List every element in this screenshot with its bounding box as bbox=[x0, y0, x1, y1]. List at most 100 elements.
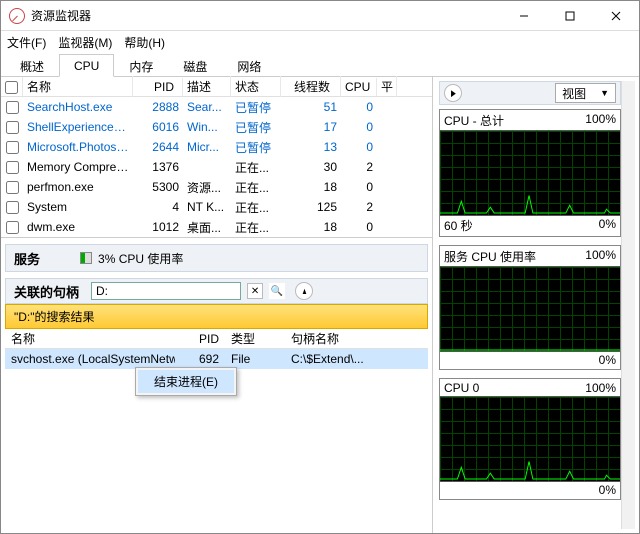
table-row[interactable]: ShellExperienceHo...6016Win...已暂停170 bbox=[1, 117, 432, 137]
process-cpu: 0 bbox=[341, 98, 377, 116]
row-checkbox[interactable] bbox=[1, 218, 23, 236]
process-pid: 6016 bbox=[133, 118, 183, 136]
chart-footer-right: 0% bbox=[599, 483, 616, 497]
handles-search-input[interactable] bbox=[91, 282, 241, 300]
process-pid: 1012 bbox=[133, 218, 183, 236]
chart-max: 100% bbox=[585, 381, 616, 395]
clear-search-button[interactable]: ✕ bbox=[247, 283, 263, 299]
handle-header-pid[interactable]: PID bbox=[175, 330, 225, 348]
right-pane: ▶ 视图 ▼ CPU - 总计100%60 秒0%服务 CPU 使用率100%0… bbox=[433, 77, 639, 533]
menu-help[interactable]: 帮助(H) bbox=[124, 34, 165, 51]
header-avg[interactable]: 平 bbox=[377, 76, 397, 97]
process-avg bbox=[377, 185, 397, 189]
header-cpu[interactable]: CPU bbox=[341, 78, 377, 96]
chart-max: 100% bbox=[585, 248, 616, 265]
table-row[interactable]: dwm.exe1012桌面...正在...180 bbox=[1, 217, 432, 237]
handle-header: 名称 PID 类型 句柄名称 bbox=[5, 329, 428, 349]
close-button[interactable] bbox=[593, 1, 639, 31]
process-header: 名称 PID 描述 状态 线程数 CPU 平 bbox=[1, 77, 432, 97]
header-threads[interactable]: 线程数 bbox=[281, 76, 341, 97]
menu-file[interactable]: 文件(F) bbox=[7, 34, 46, 51]
process-threads: 51 bbox=[281, 98, 341, 116]
right-scrollbar[interactable] bbox=[621, 81, 635, 529]
row-checkbox[interactable] bbox=[1, 98, 23, 116]
services-meter-icon bbox=[80, 252, 92, 264]
tabs: 概述 CPU 内存 磁盘 网络 bbox=[1, 53, 639, 77]
tab-cpu[interactable]: CPU bbox=[59, 54, 114, 77]
header-checkbox[interactable] bbox=[1, 77, 23, 95]
tab-memory[interactable]: 内存 bbox=[114, 53, 168, 76]
chart-canvas bbox=[440, 266, 620, 352]
process-desc bbox=[183, 165, 231, 169]
table-row[interactable]: perfmon.exe5300资源...正在...180 bbox=[1, 177, 432, 197]
handle-header-type[interactable]: 类型 bbox=[225, 328, 285, 349]
chart-box: CPU - 总计100%60 秒0% bbox=[439, 109, 621, 237]
process-desc: 资源... bbox=[183, 177, 231, 198]
header-name[interactable]: 名称 bbox=[23, 76, 133, 97]
handle-header-handle[interactable]: 句柄名称 bbox=[285, 328, 428, 349]
process-avg bbox=[377, 145, 397, 149]
table-row[interactable]: Microsoft.Photos.e...2644Micr...已暂停130 bbox=[1, 137, 432, 157]
view-dropdown[interactable]: 视图 ▼ bbox=[555, 83, 616, 103]
table-row[interactable]: System4NT K...正在...1252 bbox=[1, 197, 432, 217]
handle-header-name[interactable]: 名称 bbox=[5, 328, 175, 349]
services-title: 服务 bbox=[14, 249, 40, 268]
menu-monitor[interactable]: 监视器(M) bbox=[58, 34, 112, 51]
process-desc: Sear... bbox=[183, 98, 231, 116]
process-threads: 125 bbox=[281, 198, 341, 216]
tab-network[interactable]: 网络 bbox=[222, 53, 276, 76]
handles-title: 关联的句柄 bbox=[14, 282, 79, 301]
row-checkbox[interactable] bbox=[1, 158, 23, 176]
row-checkbox[interactable] bbox=[1, 178, 23, 196]
services-bar[interactable]: 服务 3% CPU 使用率 bbox=[5, 244, 428, 272]
chart-canvas bbox=[440, 396, 620, 482]
process-cpu: 0 bbox=[341, 178, 377, 196]
process-desc: Win... bbox=[183, 118, 231, 136]
table-row[interactable]: SearchHost.exe2888Sear...已暂停510 bbox=[1, 97, 432, 117]
process-cpu: 0 bbox=[341, 118, 377, 136]
tab-disk[interactable]: 磁盘 bbox=[168, 53, 222, 76]
process-status: 正在... bbox=[231, 197, 281, 218]
search-button[interactable]: 🔍 bbox=[269, 283, 285, 299]
chart-footer-right: 0% bbox=[599, 353, 616, 367]
process-name: dwm.exe bbox=[23, 218, 133, 236]
chart-title: CPU - 总计 bbox=[444, 112, 504, 129]
process-pid: 1376 bbox=[133, 158, 183, 176]
process-avg bbox=[377, 105, 397, 109]
header-pid[interactable]: PID bbox=[133, 78, 183, 96]
handle-type: File bbox=[225, 350, 285, 368]
handles-collapse-button[interactable]: ▲ bbox=[295, 282, 313, 300]
context-end-process[interactable]: 结束进程(E) bbox=[138, 370, 234, 393]
row-checkbox[interactable] bbox=[1, 118, 23, 136]
minimize-button[interactable] bbox=[501, 1, 547, 31]
process-status: 正在... bbox=[231, 177, 281, 198]
handle-row[interactable]: svchost.exe (LocalSystemNetw... 692 File… bbox=[5, 349, 428, 369]
header-status[interactable]: 状态 bbox=[231, 76, 281, 97]
chart-footer-right: 0% bbox=[599, 217, 616, 234]
process-name: Memory Compress... bbox=[23, 158, 133, 176]
process-avg bbox=[377, 225, 397, 229]
view-label: 视图 bbox=[562, 85, 586, 102]
maximize-button[interactable] bbox=[547, 1, 593, 31]
tab-overview[interactable]: 概述 bbox=[5, 53, 59, 76]
titlebar: 资源监视器 bbox=[1, 1, 639, 31]
context-menu: 结束进程(E) bbox=[135, 367, 237, 396]
header-desc[interactable]: 描述 bbox=[183, 76, 231, 97]
chart-footer-left: 60 秒 bbox=[444, 217, 473, 234]
window-title: 资源监视器 bbox=[31, 7, 501, 24]
app-icon bbox=[9, 8, 25, 24]
process-threads: 13 bbox=[281, 138, 341, 156]
process-name: ShellExperienceHo... bbox=[23, 118, 133, 136]
row-checkbox[interactable] bbox=[1, 198, 23, 216]
process-cpu: 0 bbox=[341, 218, 377, 236]
row-checkbox[interactable] bbox=[1, 138, 23, 156]
right-collapse-button[interactable]: ▶ bbox=[444, 84, 462, 102]
search-result-banner: "D:"的搜索结果 bbox=[5, 304, 428, 329]
handles-bar: 关联的句柄 ✕ 🔍 ▲ bbox=[5, 278, 428, 304]
table-row[interactable]: Memory Compress...1376正在...302 bbox=[1, 157, 432, 177]
menubar: 文件(F) 监视器(M) 帮助(H) bbox=[1, 31, 639, 53]
right-toolbar: ▶ 视图 ▼ bbox=[439, 81, 621, 105]
process-name: System bbox=[23, 198, 133, 216]
chart-title: CPU 0 bbox=[444, 381, 479, 395]
chart-box: CPU 0 100% 0% bbox=[439, 378, 621, 500]
